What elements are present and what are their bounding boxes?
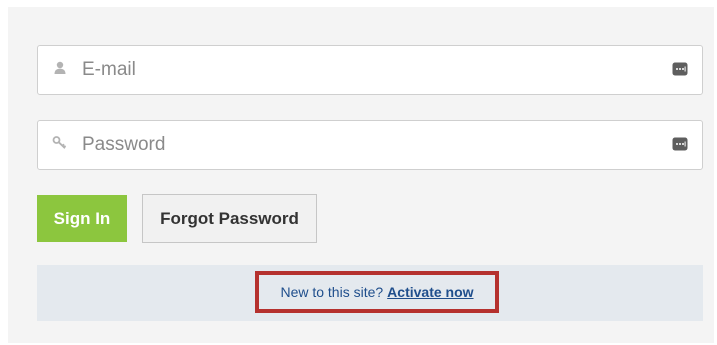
user-icon bbox=[54, 61, 66, 74]
forgot-password-button[interactable]: Forgot Password bbox=[142, 194, 317, 243]
password-input[interactable] bbox=[82, 121, 642, 169]
email-field[interactable] bbox=[37, 45, 703, 95]
email-input[interactable] bbox=[82, 46, 642, 94]
login-panel: Sign In Forgot Password New to this site… bbox=[8, 7, 714, 343]
activate-highlight: New to this site? Activate now bbox=[255, 271, 499, 313]
activate-bar: New to this site? Activate now bbox=[37, 265, 703, 321]
sign-in-button[interactable]: Sign In bbox=[37, 195, 127, 242]
password-manager-icon[interactable] bbox=[672, 137, 688, 151]
new-user-prompt: New to this site? bbox=[280, 284, 384, 300]
password-field[interactable] bbox=[37, 120, 703, 170]
activate-now-link[interactable]: Activate now bbox=[387, 284, 473, 300]
password-manager-icon[interactable] bbox=[672, 62, 688, 76]
key-icon bbox=[52, 136, 67, 149]
